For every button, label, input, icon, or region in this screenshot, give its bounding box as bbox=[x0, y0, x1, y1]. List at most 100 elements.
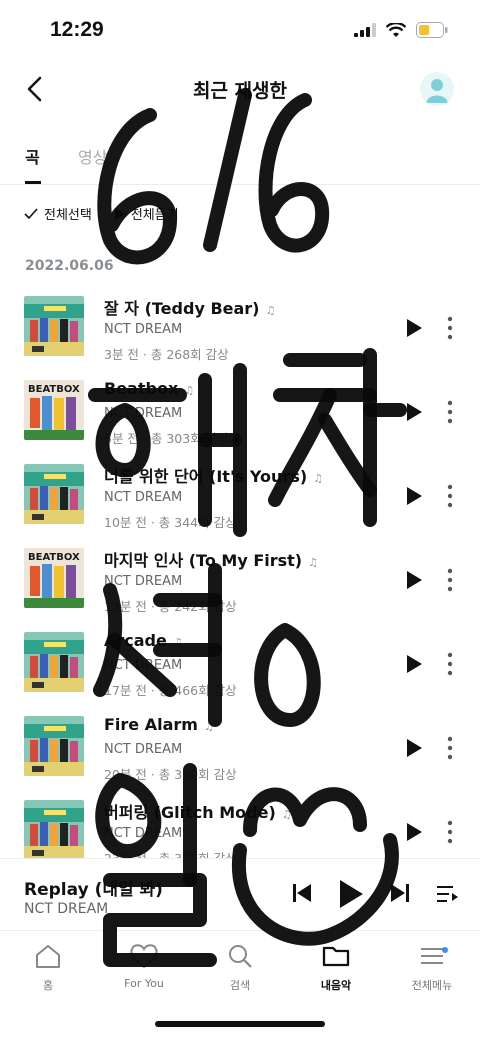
song-row[interactable]: BEATBOX 마지막 인사 (To My First) ♫ NCT DREAM … bbox=[0, 537, 480, 621]
tab-my-music[interactable]: 내음악 bbox=[296, 943, 376, 993]
tab-videos[interactable]: 영상 bbox=[78, 144, 107, 168]
more-icon[interactable] bbox=[440, 819, 460, 845]
song-title-text: 너를 위한 단어 (It's Yours) bbox=[104, 467, 308, 486]
song-meta: 13분 전 · 총 242회 감상 bbox=[104, 599, 237, 614]
play-button[interactable] bbox=[405, 738, 423, 758]
mini-player[interactable]: Replay (내일 봐) NCT DREAM bbox=[0, 858, 480, 931]
bottom-tab-bar: 홈 For You 검색 내음악 전체메뉴 bbox=[0, 930, 480, 1001]
song-row[interactable]: Arcade ♫ NCT DREAM 17분 전 · 총 466회 감상 bbox=[0, 621, 480, 705]
next-button[interactable] bbox=[390, 882, 410, 904]
song-artist: NCT DREAM bbox=[104, 826, 183, 841]
play-button[interactable] bbox=[405, 486, 423, 506]
tab-songs[interactable]: 곡 bbox=[25, 144, 41, 184]
more-icon[interactable] bbox=[440, 735, 460, 761]
song-row[interactable]: 너를 위한 단어 (It's Yours) ♫ NCT DREAM 10분 전 ·… bbox=[0, 453, 480, 537]
album-cover-beatbox: BEATBOX bbox=[24, 548, 84, 608]
tab-all-menu[interactable]: 전체메뉴 bbox=[392, 943, 472, 993]
song-title[interactable]: Fire Alarm ♫ bbox=[104, 715, 214, 734]
play-button[interactable] bbox=[405, 402, 423, 422]
play-button[interactable] bbox=[405, 318, 423, 338]
song-title-text: 잘 자 (Teddy Bear) bbox=[104, 299, 260, 318]
mini-player-title: Replay (내일 봐) bbox=[24, 880, 163, 900]
lyrics-icon: ♫ bbox=[203, 720, 214, 733]
profile-avatar[interactable] bbox=[420, 72, 454, 106]
lyrics-icon: ♫ bbox=[184, 384, 195, 397]
list-actions: 전체선택 전체듣기 bbox=[24, 204, 179, 223]
more-icon[interactable] bbox=[440, 399, 460, 425]
battery-icon bbox=[416, 22, 448, 38]
more-icon[interactable] bbox=[440, 651, 460, 677]
album-cover-glitch-mode bbox=[24, 464, 84, 524]
play-button[interactable] bbox=[405, 654, 423, 674]
song-list: 잘 자 (Teddy Bear) ♫ NCT DREAM 3분 전 · 총 268… bbox=[0, 285, 480, 873]
song-meta: 10분 전 · 총 344회 감상 bbox=[104, 515, 237, 530]
song-title[interactable]: Arcade ♫ bbox=[104, 631, 183, 650]
song-meta: 5분 전 · 총 303회 감상 bbox=[104, 431, 229, 446]
song-title[interactable]: 마지막 인사 (To My First) ♫ bbox=[104, 547, 318, 571]
album-art[interactable] bbox=[24, 800, 84, 860]
song-artist: NCT DREAM bbox=[104, 322, 183, 337]
song-artist: NCT DREAM bbox=[104, 406, 183, 421]
status-time: 12:29 bbox=[50, 18, 104, 41]
album-art[interactable] bbox=[24, 464, 84, 524]
song-row[interactable]: Fire Alarm ♫ NCT DREAM 20분 전 · 총 330회 감상 bbox=[0, 705, 480, 789]
lyrics-icon: ♫ bbox=[308, 556, 318, 569]
more-icon[interactable] bbox=[440, 315, 460, 341]
more-icon[interactable] bbox=[440, 483, 460, 509]
play-pause-button[interactable] bbox=[338, 879, 364, 909]
song-title-text: 마지막 인사 (To My First) bbox=[104, 551, 303, 570]
more-icon[interactable] bbox=[440, 567, 460, 593]
header: 최근 재생한 bbox=[0, 62, 480, 118]
play-all-label: 전체듣기 bbox=[130, 208, 179, 223]
song-title[interactable]: 버퍼링 (Glitch Mode) ♫ bbox=[104, 799, 292, 823]
tab-all-menu-label: 전체메뉴 bbox=[411, 979, 453, 992]
tab-home[interactable]: 홈 bbox=[8, 943, 88, 993]
tab-search[interactable]: 검색 bbox=[200, 943, 280, 993]
svg-text:BEATBOX: BEATBOX bbox=[28, 552, 80, 563]
mini-player-artist: NCT DREAM bbox=[24, 901, 109, 917]
album-cover-glitch-mode bbox=[24, 632, 84, 692]
song-title[interactable]: Beatbox ♫ bbox=[104, 379, 194, 398]
menu-icon bbox=[421, 948, 443, 964]
album-art[interactable]: BEATBOX bbox=[24, 380, 84, 440]
album-art[interactable] bbox=[24, 296, 84, 356]
wifi-icon bbox=[386, 22, 406, 37]
tab-for-you-label: For You bbox=[124, 977, 164, 990]
song-title[interactable]: 너를 위한 단어 (It's Yours) ♫ bbox=[104, 463, 323, 487]
select-all-button[interactable]: 전체선택 bbox=[24, 204, 92, 223]
play-button[interactable] bbox=[405, 822, 423, 842]
play-all-button[interactable]: 전체듣기 bbox=[114, 204, 179, 223]
song-artist: NCT DREAM bbox=[104, 574, 183, 589]
song-artist: NCT DREAM bbox=[104, 658, 183, 673]
play-icon bbox=[114, 207, 125, 220]
song-title-text: Fire Alarm bbox=[104, 715, 198, 734]
song-title[interactable]: 잘 자 (Teddy Bear) ♫ bbox=[104, 295, 275, 319]
lyrics-icon: ♫ bbox=[265, 304, 276, 317]
date-header: 2022.06.06 bbox=[25, 258, 114, 274]
play-button[interactable] bbox=[405, 570, 423, 590]
song-artist: NCT DREAM bbox=[104, 490, 183, 505]
album-cover-beatbox: BEATBOX bbox=[24, 380, 84, 440]
song-title-text: Beatbox bbox=[104, 379, 179, 398]
status-bar: 12:29 bbox=[0, 0, 480, 62]
song-row[interactable]: 잘 자 (Teddy Bear) ♫ NCT DREAM 3분 전 · 총 268… bbox=[0, 285, 480, 369]
album-cover-glitch-mode bbox=[24, 296, 84, 356]
lyrics-icon: ♫ bbox=[313, 472, 324, 485]
song-row[interactable]: BEATBOX Beatbox ♫ NCT DREAM 5분 전 · 총 303회… bbox=[0, 369, 480, 453]
album-art[interactable] bbox=[24, 716, 84, 776]
album-art[interactable] bbox=[24, 632, 84, 692]
lyrics-icon: ♫ bbox=[172, 636, 183, 649]
song-artist: NCT DREAM bbox=[104, 742, 183, 757]
search-icon bbox=[229, 945, 252, 968]
page-title: 최근 재생한 bbox=[192, 80, 287, 102]
album-cover-glitch-mode bbox=[24, 716, 84, 776]
song-meta: 20분 전 · 총 330회 감상 bbox=[104, 767, 237, 782]
album-art[interactable]: BEATBOX bbox=[24, 548, 84, 608]
playlist-button[interactable] bbox=[437, 885, 459, 903]
svg-text:BEATBOX: BEATBOX bbox=[28, 384, 80, 395]
tab-for-you[interactable]: For You bbox=[104, 943, 184, 990]
home-icon bbox=[36, 945, 60, 968]
home-indicator bbox=[155, 1021, 325, 1027]
song-title-text: 버퍼링 (Glitch Mode) bbox=[104, 803, 276, 822]
previous-button[interactable] bbox=[292, 882, 312, 904]
